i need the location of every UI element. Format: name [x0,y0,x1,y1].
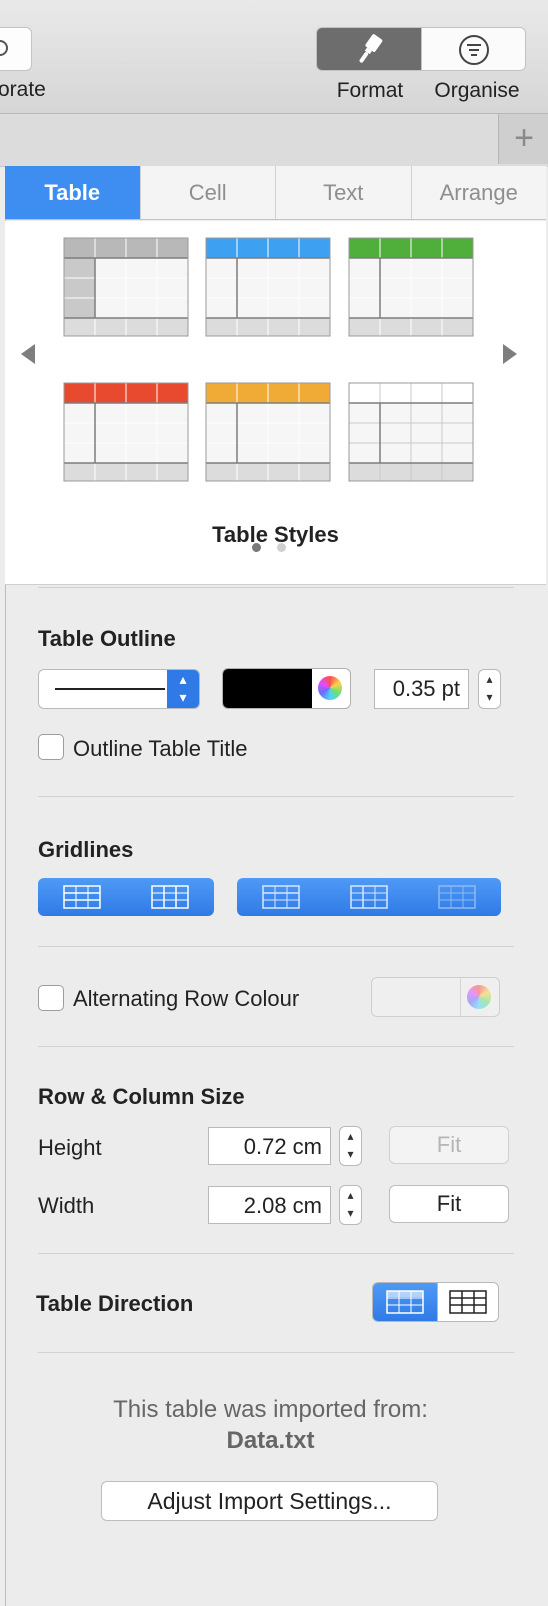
tab-text[interactable]: Text [275,166,411,219]
right-to-left-table-icon [449,1290,487,1314]
collaborate-label: orate [0,78,46,101]
adjust-import-settings-button[interactable]: Adjust Import Settings... [101,1481,438,1521]
table-direction-heading: Table Direction [36,1291,194,1316]
table-style-plain[interactable] [348,382,474,482]
divider [38,587,514,588]
inspector-tabs: Table Cell Text Arrange [5,166,546,220]
next-styles-arrow-icon[interactable] [503,344,517,364]
left-to-right-table-icon [386,1290,424,1314]
header-column-gridlines-icon[interactable] [325,878,413,916]
tab-cell[interactable]: Cell [139,166,275,219]
alternating-color-well[interactable] [371,977,500,1017]
stroke-color-swatch [223,669,312,708]
divider [38,1253,514,1254]
vertical-gridlines-icon[interactable] [126,878,214,916]
divider [38,796,514,797]
table-style-orange[interactable] [205,382,331,482]
footer-row-gridlines-icon[interactable] [413,878,501,916]
outline-table-title-label: Outline Table Title [73,736,248,761]
gridlines-heading: Gridlines [38,837,134,862]
table-styles-title: Table Styles [212,522,339,547]
header-row-gridlines-icon[interactable] [237,878,325,916]
tab-arrange[interactable]: Arrange [410,166,546,219]
outline-width-field[interactable]: 0.35 pt [374,669,469,709]
table-style-blue[interactable] [205,237,331,337]
alternating-row-colour-label: Alternating Row Colour [73,986,300,1011]
divider [38,946,514,947]
width-field[interactable]: 2.08 cm [208,1186,331,1224]
height-label: Height [38,1135,102,1160]
outline-width-stepper[interactable]: ▴ ▾ [478,669,501,709]
stroke-color-well[interactable] [222,668,351,709]
width-stepper[interactable]: ▴ ▾ [339,1185,362,1225]
horizontal-gridlines-icon[interactable] [38,878,126,916]
row-column-size-heading: Row & Column Size [38,1084,245,1109]
import-filename: Data.txt [226,1427,315,1454]
line-style-popup[interactable]: ▴ ▾ [38,669,200,709]
organise-label: Organise [434,79,520,102]
gridlines-body-segment [38,878,214,916]
height-fit-button[interactable]: Fit [389,1126,509,1164]
paintbrush-icon [359,34,383,63]
import-info-text: This table was imported from: [113,1396,428,1423]
width-fit-button[interactable]: Fit [389,1185,509,1223]
table-direction-segment [372,1282,499,1322]
tab-table[interactable]: Table [5,166,140,219]
add-sheet-button[interactable]: + [498,114,548,164]
table-style-gray[interactable] [63,237,189,337]
table-style-green[interactable] [348,237,474,337]
organise-button[interactable] [421,28,525,70]
divider [38,1352,514,1353]
table-style-red[interactable] [63,382,189,482]
gridlines-header-segment [237,878,501,916]
height-field[interactable]: 0.72 cm [208,1127,331,1165]
format-label: Format [336,79,404,102]
popup-chevron-icon: ▴ ▾ [167,670,199,708]
outline-table-title-checkbox[interactable] [38,734,64,760]
filter-icon [459,35,489,65]
color-wheel-icon[interactable] [467,985,491,1009]
width-label: Width [38,1193,95,1218]
format-button[interactable] [317,28,421,70]
color-wheel-icon[interactable] [318,676,342,700]
left-to-right-direction-button[interactable] [373,1283,437,1321]
divider [38,1046,514,1047]
height-stepper[interactable]: ▴ ▾ [339,1126,362,1166]
alternating-row-colour-checkbox[interactable] [38,985,64,1011]
table-outline-heading: Table Outline [38,626,176,651]
sheet-tab-bar [0,114,548,167]
previous-styles-arrow-icon[interactable] [21,344,35,364]
right-to-left-direction-button[interactable] [437,1283,498,1321]
format-organise-segment [316,27,526,71]
